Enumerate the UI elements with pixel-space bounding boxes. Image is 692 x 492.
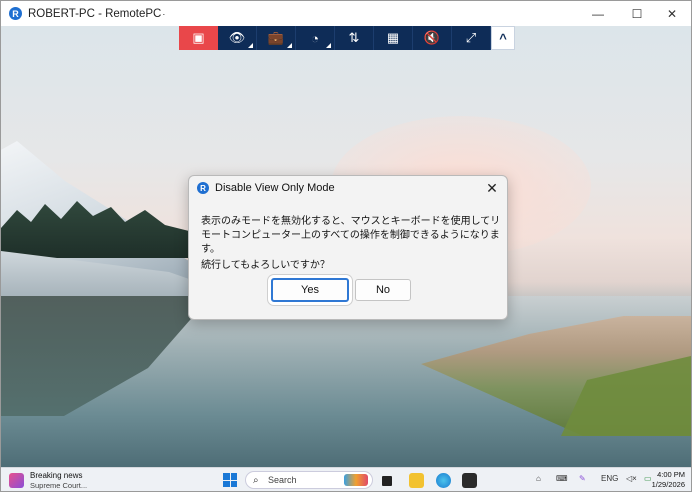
grid-icon: ▦	[386, 30, 400, 45]
collapse-toolbar-button[interactable]: ^	[491, 26, 515, 50]
dialog-title-bar: R Disable View Only Mode ✕	[189, 176, 507, 200]
file-explorer-icon[interactable]	[409, 473, 424, 488]
tray-app-icon[interactable]: ⌨	[556, 474, 568, 483]
edge-browser-icon[interactable]	[436, 473, 451, 488]
task-view-icon[interactable]	[382, 476, 392, 486]
search-highlight-icon	[344, 474, 368, 486]
remote-window: R ROBERT-PC - RemotePC · — ☐ ✕ ▣ 👁 💼 ◔ ⇅…	[0, 0, 692, 492]
window-title: ROBERT-PC - RemotePC	[28, 7, 162, 20]
no-button[interactable]: No	[355, 279, 411, 301]
clock-date: 1/29/2026	[651, 480, 685, 489]
taskbar: Breaking news Supreme Court... ⌕ Search …	[1, 467, 691, 491]
close-button[interactable]: ✕	[653, 1, 691, 26]
swap-arrows-icon: ⇅	[348, 30, 360, 45]
battery-icon[interactable]: ▭	[644, 474, 652, 483]
clock[interactable]: 4:00 PM 1/29/2026	[652, 470, 685, 490]
news-subtitle[interactable]: Supreme Court...	[30, 481, 87, 490]
performance-button[interactable]: ◔	[296, 26, 335, 50]
dialog-close-icon[interactable]: ✕	[483, 179, 501, 197]
news-title[interactable]: Breaking news	[30, 471, 82, 480]
fullscreen-button[interactable]: ⤢	[452, 26, 491, 50]
view-only-button[interactable]: 👁	[218, 26, 257, 50]
volume-mute-icon[interactable]: ◁×	[626, 474, 637, 483]
briefcase-icon: 💼	[267, 30, 285, 45]
expand-icon: ⤢	[465, 30, 477, 45]
window-title-suffix: ·	[162, 8, 166, 19]
windows-start-icon[interactable]	[223, 473, 237, 487]
remote-toolbar: ▣ 👁 💼 ◔ ⇅ ▦ 🔇 ⤢ ^	[179, 26, 515, 50]
chevron-up-icon: ^	[499, 30, 507, 46]
speaker-mute-icon: 🔇	[423, 30, 441, 45]
disable-view-only-dialog: R Disable View Only Mode ✕ 表示のみモードを無効化する…	[188, 175, 508, 320]
search-placeholder: Search	[268, 475, 297, 485]
news-widget-icon[interactable]	[9, 473, 24, 488]
title-bar: R ROBERT-PC - RemotePC · — ☐ ✕	[1, 1, 691, 26]
store-icon[interactable]	[462, 473, 477, 488]
minimize-button[interactable]: —	[579, 1, 617, 26]
eye-icon: 👁	[228, 30, 246, 45]
screen-x-icon: ▣	[192, 30, 205, 45]
sound-button[interactable]: 🔇	[413, 26, 452, 50]
disconnect-button[interactable]: ▣	[179, 26, 218, 50]
remotepc-logo-icon: R	[9, 7, 22, 20]
search-icon: ⌕	[253, 475, 259, 486]
apps-button[interactable]: ▦	[374, 26, 413, 50]
dialog-question: 続行してもよろしいですか？	[201, 260, 330, 271]
yes-button[interactable]: Yes	[271, 278, 349, 302]
dialog-message: 表示のみモードを無効化すると、マウスとキーボードを使用してリモートコンピューター…	[201, 216, 501, 255]
remotepc-logo-icon: R	[197, 182, 209, 194]
tools-button[interactable]: 💼	[257, 26, 296, 50]
maximize-button[interactable]: ☐	[618, 1, 656, 26]
tray-chevron-icon[interactable]: ⌂	[536, 474, 541, 483]
pen-icon[interactable]: ✎	[579, 474, 586, 483]
language-indicator[interactable]: ENG	[601, 474, 618, 483]
transfer-button[interactable]: ⇅	[335, 26, 374, 50]
gauge-icon: ◔	[311, 30, 319, 46]
taskbar-search-box[interactable]: ⌕ Search	[245, 471, 373, 489]
clock-time: 4:00 PM	[657, 470, 685, 479]
dialog-title: Disable View Only Mode	[215, 182, 335, 194]
